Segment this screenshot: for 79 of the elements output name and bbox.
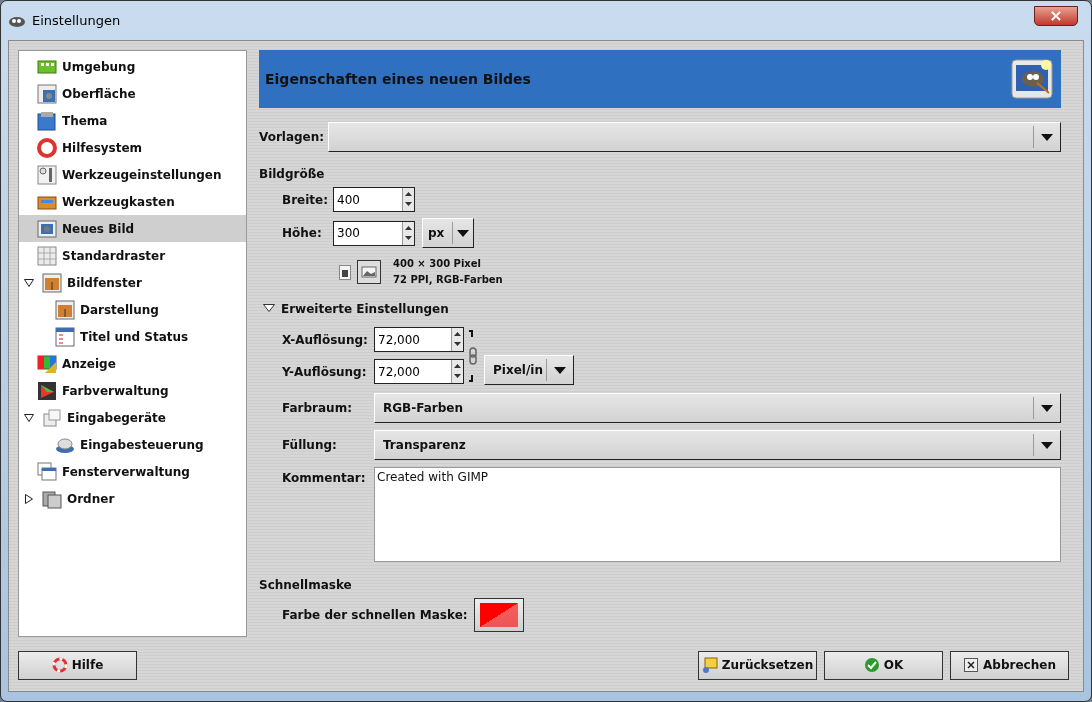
field-label: Vorlagen:: [259, 130, 325, 144]
dropdown-arrow-icon: [1040, 403, 1054, 413]
sidebar-item[interactable]: Darstellung: [19, 296, 246, 323]
field-label: Breite:: [282, 192, 329, 207]
image-info-text: 72 PPI, RGB-Farben: [393, 273, 503, 287]
landscape-icon: [357, 260, 381, 284]
comment-field[interactable]: Created with GIMP: [374, 467, 1061, 562]
tile-icon: [37, 218, 57, 239]
sidebar-item[interactable]: Werkzeugkasten: [19, 188, 246, 215]
section-heading: Schnellmaske: [259, 578, 353, 592]
sidebar-item[interactable]: Neues Bild: [19, 215, 246, 242]
tile-icon: [37, 110, 57, 131]
sidebar-item[interactable]: Ordner: [19, 485, 246, 512]
sidebar-item[interactable]: Standardraster: [19, 242, 246, 269]
field-label: Füllung:: [282, 438, 338, 452]
sidebar-item[interactable]: Fensterverwaltung: [19, 458, 246, 485]
sidebar-item[interactable]: Thema: [19, 107, 246, 134]
tile-icon: [37, 245, 57, 266]
dialog-button[interactable]: Abbrechen: [950, 650, 1069, 680]
collapse-arrow-icon[interactable]: [24, 412, 34, 423]
tile-icon: [37, 380, 57, 401]
sidebar-item[interactable]: Oberfläche: [19, 80, 246, 107]
wilber-logo-icon: [1011, 59, 1053, 99]
dropdown-arrow-icon: [1040, 132, 1054, 142]
field-label: Kommentar:: [282, 471, 367, 485]
expand-arrow-icon[interactable]: [24, 493, 34, 504]
width-input[interactable]: 400: [333, 187, 415, 212]
tile-icon: [55, 299, 75, 320]
lifebuoy-icon: [51, 657, 68, 673]
sidebar-item[interactable]: Hilfesystem: [19, 134, 246, 161]
field-label: Höhe:: [282, 226, 323, 240]
height-input[interactable]: 300: [333, 220, 415, 246]
image-info-text: 400 × 300 Pixel: [393, 257, 482, 271]
x-resolution-input[interactable]: 72,000: [374, 327, 464, 352]
close-button[interactable]: ×: [1034, 5, 1078, 26]
color-space-dropdown[interactable]: RGB-Farben: [374, 393, 1061, 423]
sidebar-item[interactable]: Anzeige: [19, 350, 246, 377]
collapse-arrow-icon[interactable]: [263, 303, 275, 315]
dialog-button[interactable]: Hilfe: [18, 650, 137, 680]
tile-icon: [37, 137, 57, 158]
window-title: Einstellungen: [32, 13, 121, 28]
chain-link-icon[interactable]: [468, 329, 478, 383]
sidebar-item[interactable]: Eingabesteuerung: [19, 431, 246, 458]
tile-icon: [37, 461, 57, 482]
checkmark-icon: [863, 657, 880, 673]
sidebar-item[interactable]: Titel und Status: [19, 323, 246, 350]
tile-icon: [42, 407, 62, 428]
dropdown-arrow-icon: [456, 228, 470, 238]
field-label: Farbraum:: [282, 401, 353, 415]
sidebar-item[interactable]: Werkzeugeinstellungen: [19, 161, 246, 188]
section-heading: Bildgröße: [259, 167, 326, 181]
tile-icon: [37, 353, 57, 374]
tile-icon: [37, 164, 57, 185]
field-label: Farbe der schnellen Maske:: [282, 608, 468, 622]
dialog-button[interactable]: OK: [824, 650, 943, 680]
field-label: Y-Auflösung:: [282, 364, 368, 379]
portrait-icon: [339, 264, 351, 280]
field-label: X-Auflösung:: [282, 332, 369, 347]
close-icon: [963, 657, 980, 673]
mask-color-button[interactable]: [473, 598, 524, 632]
reset-icon: [701, 657, 718, 673]
expander-label[interactable]: Erweiterte Einstellungen: [281, 302, 449, 316]
dropdown-arrow-icon: [553, 365, 567, 375]
tile-icon: [55, 326, 75, 347]
fill-dropdown[interactable]: Transparenz: [374, 430, 1061, 460]
dialog-button[interactable]: Zurücksetzen: [698, 650, 817, 680]
sidebar-item[interactable]: Eingabegeräte: [19, 404, 246, 431]
resolution-unit-dropdown[interactable]: Pixel/in: [484, 355, 574, 385]
y-resolution-input[interactable]: 72,000: [374, 359, 464, 384]
collapse-arrow-icon[interactable]: [24, 277, 34, 288]
page-title: Eigenschaften eines neuen Bildes: [265, 71, 531, 87]
sidebar-item[interactable]: Farbverwaltung: [19, 377, 246, 404]
dropdown-arrow-icon: [1040, 440, 1054, 450]
sidebar-item[interactable]: Bildfenster: [19, 269, 246, 296]
sidebar-item[interactable]: Umgebung: [19, 53, 246, 80]
tile-icon: [42, 488, 62, 509]
unit-dropdown[interactable]: px: [422, 218, 474, 248]
tile-icon: [37, 83, 57, 104]
tile-icon: [42, 272, 62, 293]
